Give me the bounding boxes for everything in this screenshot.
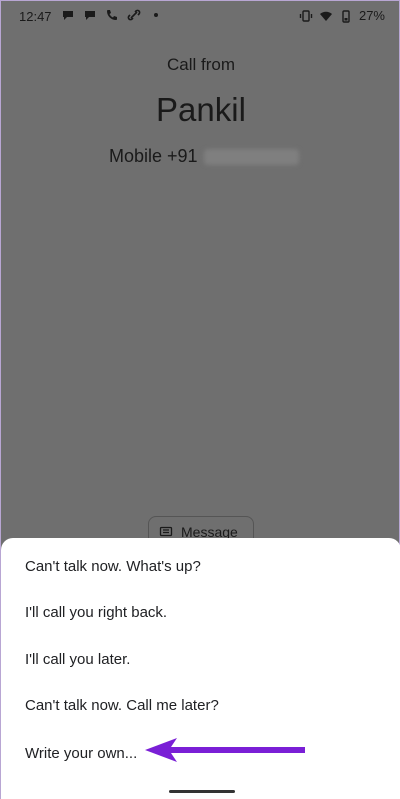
vibrate-icon [299, 9, 313, 22]
battery-icon [342, 9, 350, 23]
write-your-own[interactable]: Write your own... [25, 745, 137, 762]
quick-reply-2[interactable]: I'll call you right back. [25, 604, 167, 621]
status-bar: 12:47 27% [1, 1, 400, 33]
caller-number-prefix: Mobile +91 [109, 146, 198, 166]
arrow-annotation-icon [145, 738, 305, 762]
caller-number: Mobile +91 [109, 146, 299, 167]
quick-reply-3[interactable]: I'll call you later. [25, 651, 130, 668]
battery-level: 27% [358, 8, 385, 23]
redacted-number [203, 148, 299, 165]
notification-icons [61, 8, 163, 22]
message-icon [159, 526, 173, 537]
status-right: 27% [299, 8, 385, 23]
incoming-call-screen: 12:47 27% Call from Pankil Mobile +91 Me… [0, 0, 400, 799]
status-time: 12:47 [19, 9, 52, 24]
link-icon [127, 9, 141, 21]
gesture-handle [169, 790, 235, 793]
quick-reply-4[interactable]: Can't talk now. Call me later? [25, 697, 219, 714]
caller-name: Pankil [156, 91, 246, 128]
wifi-icon [319, 11, 332, 21]
phone-icon [107, 10, 117, 20]
chat-icon [85, 11, 95, 20]
quick-reply-1[interactable]: Can't talk now. What's up? [25, 558, 201, 575]
call-header: Call from [166, 55, 235, 74]
chat-icon [63, 11, 73, 20]
dot-icon [154, 13, 158, 17]
